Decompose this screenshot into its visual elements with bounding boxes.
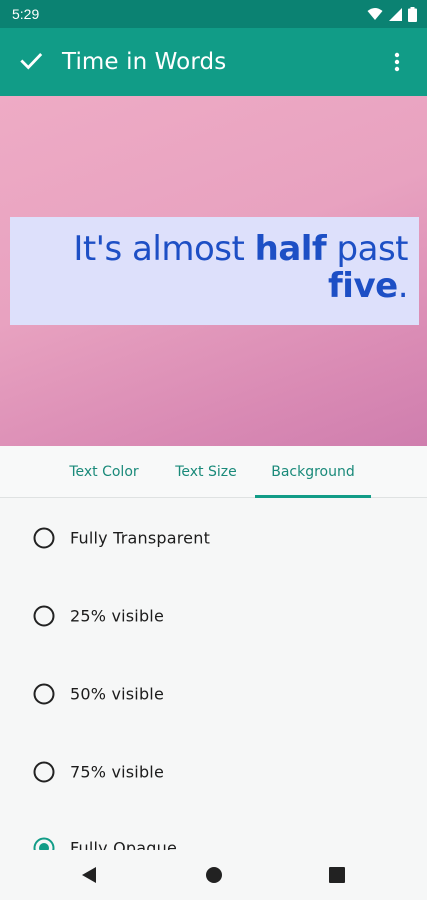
option-label: 75% visible xyxy=(70,762,164,782)
signal-icon xyxy=(389,7,402,21)
option-label: Fully Opaque xyxy=(70,838,178,851)
battery-icon xyxy=(408,6,417,22)
radio-unchecked-icon[interactable] xyxy=(33,761,55,783)
time-text-bold-word: half xyxy=(254,229,327,269)
background-options-list[interactable]: Fully Transparent 25% visible 50% visibl… xyxy=(0,498,427,850)
tab-text-color[interactable]: Text Color xyxy=(62,446,146,497)
time-text-line-2: five. xyxy=(10,266,409,306)
settings-tabs: Text Color Text Size Background xyxy=(0,446,427,498)
app-bar: Time in Words xyxy=(0,28,427,96)
time-text-suffix: past xyxy=(326,229,409,269)
status-time: 5:29 xyxy=(12,6,40,22)
tab-text-size[interactable]: Text Size xyxy=(168,446,244,497)
overflow-menu-icon[interactable] xyxy=(385,50,409,74)
status-icons xyxy=(367,6,417,22)
option-label: 25% visible xyxy=(70,606,164,626)
radio-unchecked-icon[interactable] xyxy=(33,527,55,549)
system-nav-bar xyxy=(0,850,427,900)
radio-checked-icon[interactable] xyxy=(33,837,55,850)
recents-icon[interactable] xyxy=(329,867,345,883)
tab-background[interactable]: Background xyxy=(255,446,371,497)
app-title: Time in Words xyxy=(62,49,227,75)
option-50-visible[interactable]: 50% visible xyxy=(0,664,427,724)
option-fully-opaque[interactable]: Fully Opaque xyxy=(0,818,427,850)
check-icon[interactable] xyxy=(18,48,44,74)
option-fully-transparent[interactable]: Fully Transparent xyxy=(0,508,427,568)
time-text-prefix: It's almost xyxy=(73,229,255,269)
back-icon[interactable] xyxy=(80,866,98,884)
option-label: 50% visible xyxy=(70,684,164,704)
wallpaper-preview: It's almost half past five. xyxy=(0,96,427,446)
option-label: Fully Transparent xyxy=(70,528,211,548)
wifi-icon xyxy=(367,8,383,20)
time-text-line-1: It's almost half past xyxy=(10,231,408,268)
time-text-period: . xyxy=(397,266,409,306)
status-bar: 5:29 xyxy=(0,0,427,28)
time-text-hour: five xyxy=(328,266,398,306)
option-25-visible[interactable]: 25% visible xyxy=(0,586,427,646)
radio-unchecked-icon[interactable] xyxy=(33,683,55,705)
radio-unchecked-icon[interactable] xyxy=(33,605,55,627)
home-icon[interactable] xyxy=(205,866,223,884)
option-75-visible[interactable]: 75% visible xyxy=(0,742,427,802)
time-text-box: It's almost half past five. xyxy=(10,217,419,325)
